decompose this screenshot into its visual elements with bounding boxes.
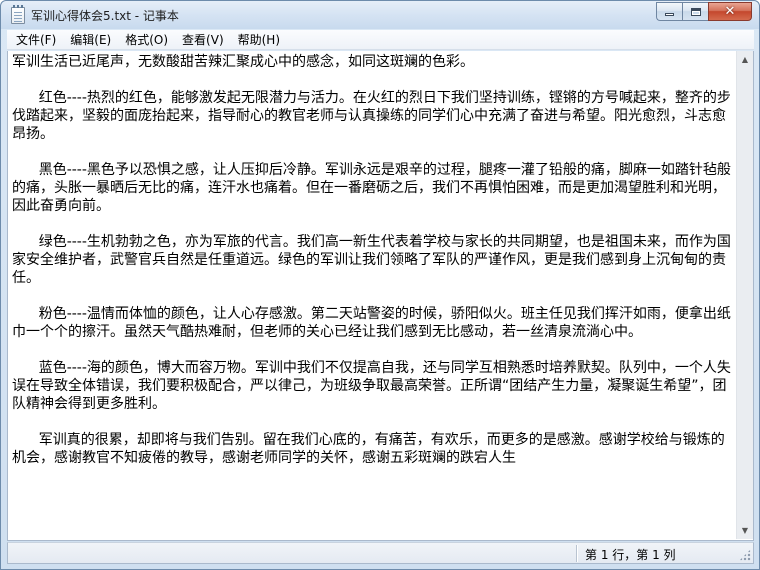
paragraph-intro: 军训生活已近尾声，无数酸甜苦辣汇聚成心中的感念，如同这斑斓的色彩。 [12,54,474,70]
paragraph-green: 绿色----生机勃勃之色，亦为军旅的代言。我们高一新生代表着学校与家长的共同期望… [12,234,731,286]
minimize-button[interactable] [656,2,682,21]
scroll-down-arrow-icon[interactable]: ▼ [737,522,753,539]
menu-file[interactable]: 文件(F) [9,30,63,50]
status-bar: 第 1 行，第 1 列 [7,542,754,564]
notepad-window: 军训心得体会5.txt - 记事本 ✕ 文件(F) 编辑(E) 格式(O) 查看… [0,0,760,570]
caption-buttons: ✕ [656,2,752,21]
paragraph-blue: 蓝色----海的颜色，博大而容万物。军训中我们不仅提高自我，还与同学互相熟悉时培… [12,360,731,412]
menu-edit[interactable]: 编辑(E) [63,30,118,50]
close-button[interactable]: ✕ [708,2,752,21]
menu-format[interactable]: 格式(O) [118,30,175,50]
menu-help[interactable]: 帮助(H) [231,30,287,50]
menu-view[interactable]: 查看(V) [175,30,231,50]
notepad-icon[interactable] [11,5,25,24]
scroll-up-arrow-icon[interactable]: ▲ [737,51,753,68]
paragraph-pink: 粉色----温情而体恤的颜色，让人心存感激。第二天站警姿的时候，骄阳似火。班主任… [12,306,731,340]
cursor-position: 第 1 行，第 1 列 [585,548,676,562]
title-bar[interactable]: 军训心得体会5.txt - 记事本 ✕ [1,1,759,29]
window-title: 军训心得体会5.txt - 记事本 [31,9,179,23]
close-icon: ✕ [724,4,736,19]
resize-grip-icon[interactable] [739,549,751,561]
editor-area: 军训生活已近尾声，无数酸甜苦辣汇聚成心中的感念，如同这斑斓的色彩。 红色----… [7,51,754,541]
minimize-icon [665,13,674,16]
menu-bar: 文件(F) 编辑(E) 格式(O) 查看(V) 帮助(H) [7,30,754,50]
paragraph-red: 红色----热烈的红色，能够激发起无限潜力与活力。在火红的烈日下我们坚持训练，铿… [12,90,731,142]
paragraph-closing: 军训真的很累，却即将与我们告别。留在我们心底的，有痛苦，有欢乐，而更多的是感激。… [12,432,725,466]
status-separator [576,545,577,562]
maximize-icon [690,7,701,16]
text-editor[interactable]: 军训生活已近尾声，无数酸甜苦辣汇聚成心中的感念，如同这斑斓的色彩。 红色----… [8,51,737,539]
paragraph-black: 黑色----黑色予以恐惧之感，让人压抑后冷静。军训永远是艰辛的过程，腿疼一灌了铅… [12,162,731,214]
vertical-scrollbar[interactable]: ▲ ▼ [736,51,753,539]
maximize-button[interactable] [682,2,708,21]
